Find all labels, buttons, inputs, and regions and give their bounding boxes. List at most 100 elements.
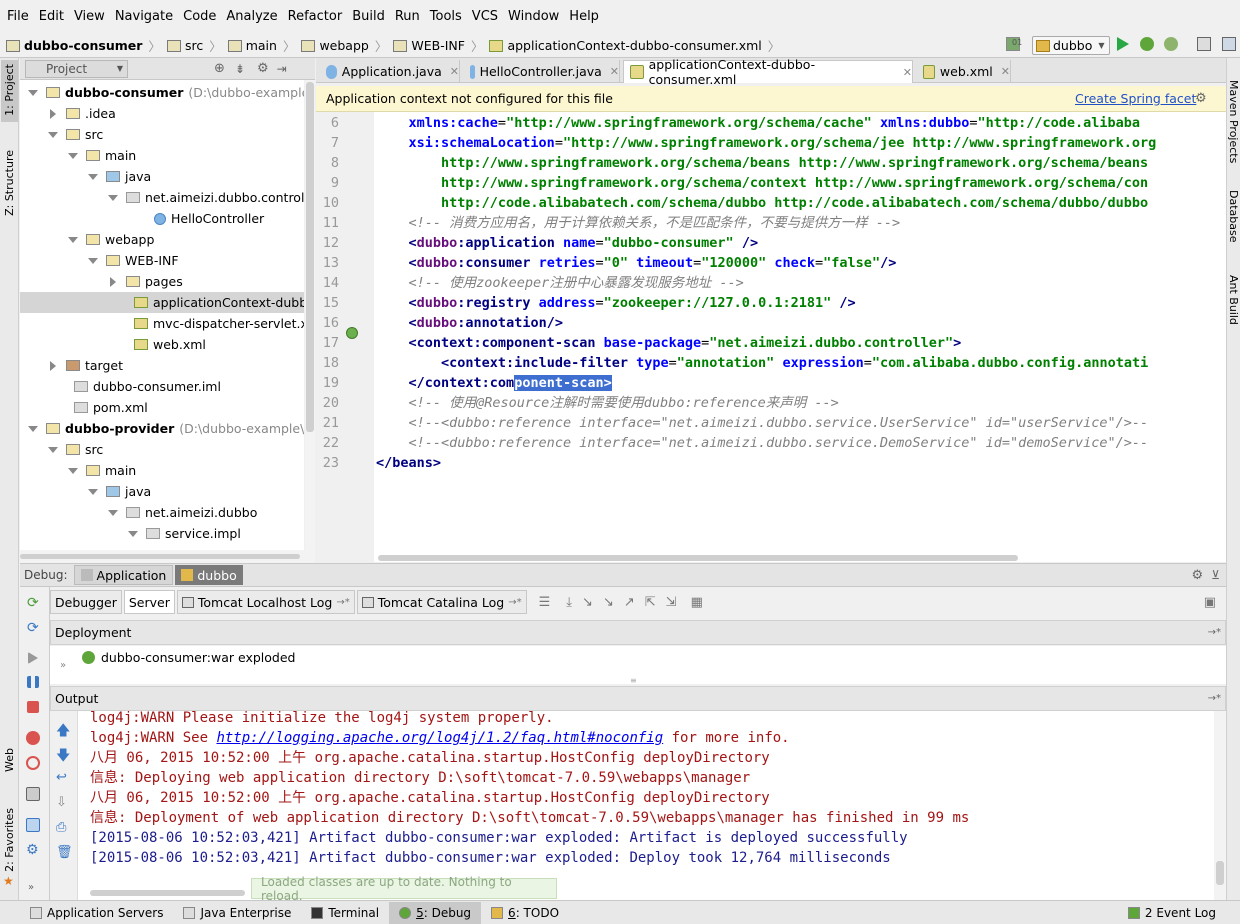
tree-node[interactable]: mvc-dispatcher-servlet.x (108, 313, 304, 334)
tree-node[interactable]: WEB-INF (88, 250, 179, 271)
tab-web-xml[interactable]: web.xml ✕ (917, 60, 1011, 83)
pin-icon[interactable]: →* (1208, 693, 1221, 704)
hide-icon[interactable]: ⇥ (277, 62, 287, 76)
subtab-tomcat-localhost-log[interactable]: Tomcat Localhost Log →* (176, 590, 355, 614)
tree-node[interactable]: pom.xml (48, 397, 148, 418)
code-line[interactable]: <!-- 消费方应用名，用于计算依赖关系，不是匹配条件，不要与提供方一样 --> (376, 213, 901, 233)
tab-application-java[interactable]: Application.java ✕ (320, 60, 460, 83)
subtab-debugger[interactable]: Debugger (50, 590, 122, 614)
tool-window-favorites-label[interactable]: 2: Favorites (3, 808, 16, 872)
breadcrumb-item[interactable]: dubbo-consumer 〉 (6, 36, 161, 55)
gear-icon[interactable]: ⚙ (257, 61, 269, 76)
menu-build[interactable]: Build (347, 0, 390, 34)
menu-run[interactable]: Run (390, 0, 425, 34)
deployment-item[interactable]: dubbo-consumer:war exploded (82, 650, 295, 665)
tree-node[interactable]: src (48, 124, 103, 145)
wrap-icon[interactable]: ↩ (56, 770, 67, 785)
code-line[interactable]: <dubbo:consumer retries="0" timeout="120… (376, 253, 897, 273)
step-out-icon[interactable]: ↗ (624, 595, 635, 610)
tool-window-database-label[interactable]: Database (1227, 190, 1240, 243)
tree-node[interactable]: applicationContext-dubb (108, 292, 304, 313)
trash-icon[interactable]: 🗑 (56, 845, 73, 860)
menu-vcs[interactable]: VCS (467, 0, 503, 34)
tab-applicationcontext-xml[interactable]: applicationContext-dubbo-consumer.xml ✕ (623, 57, 913, 87)
tree-node[interactable]: web.xml (108, 334, 206, 355)
collapsed-arrow-icon[interactable] (110, 276, 116, 287)
evaluate-icon[interactable]: ▦ (691, 595, 703, 610)
rerun-icon[interactable]: ⟳ (27, 595, 41, 611)
code-line[interactable]: </context:component-scan> (376, 373, 612, 393)
code-line[interactable]: <context:include-filter type="annotation… (376, 353, 1148, 373)
camera-icon[interactable] (26, 787, 40, 801)
run-to-cursor-icon[interactable]: ⇲ (666, 595, 677, 610)
project-view-select[interactable]: Project ▼ (25, 59, 128, 78)
stop-icon[interactable] (27, 701, 39, 713)
expanded-arrow-icon[interactable] (108, 509, 118, 516)
menu-navigate[interactable]: Navigate (110, 0, 178, 34)
tree-node[interactable]: webapp (68, 229, 154, 250)
tool-terminal[interactable]: Terminal (301, 902, 389, 924)
drop-frame-icon[interactable]: ⇱ (645, 595, 656, 610)
expanded-arrow-icon[interactable] (48, 131, 58, 138)
tree-node[interactable]: main (68, 460, 136, 481)
code-line[interactable]: <context:component-scan base-package="ne… (376, 333, 962, 353)
expanded-arrow-icon[interactable] (88, 257, 98, 264)
menu-window[interactable]: Window (503, 0, 564, 34)
expanded-arrow-icon[interactable] (48, 446, 58, 453)
collapsed-arrow-icon[interactable] (50, 108, 56, 119)
layout-icon[interactable] (26, 818, 40, 832)
mute-breakpoints-icon[interactable] (26, 756, 40, 770)
breadcrumb-item[interactable]: applicationContext-dubbo-consumer.xml 〉 (489, 36, 780, 55)
code-line[interactable]: http://www.springframework.org/schema/co… (376, 173, 1148, 193)
tool-java-enterprise[interactable]: Java Enterprise (173, 902, 301, 924)
debug-icon[interactable] (1140, 37, 1154, 51)
tool-window-ant-label[interactable]: Ant Build (1227, 275, 1240, 325)
breadcrumb-item[interactable]: src 〉 (166, 36, 222, 55)
tool-application-servers[interactable]: Application Servers (20, 902, 173, 924)
show-execution-point-icon[interactable]: ☰ (539, 595, 551, 610)
menu-edit[interactable]: Edit (34, 0, 69, 34)
up-icon[interactable]: 🡅 (56, 720, 70, 744)
event-log[interactable]: 2 Event Log (1118, 902, 1226, 924)
create-spring-facet-link[interactable]: Create Spring facet (1075, 91, 1196, 106)
gear-icon[interactable]: ⚙ (1195, 91, 1207, 106)
breadcrumb-item[interactable]: main 〉 (227, 36, 295, 55)
update-icon[interactable]: ⟳ (27, 620, 41, 636)
minimize-icon[interactable]: ⊻ (1211, 568, 1220, 582)
pin-icon[interactable]: →* (336, 597, 349, 608)
menu-code[interactable]: Code (178, 0, 221, 34)
close-icon[interactable]: ✕ (610, 65, 619, 78)
breadcrumb-item[interactable]: webapp 〉 (301, 36, 387, 55)
tool-window-structure-label[interactable]: Z: Structure (3, 150, 16, 216)
close-icon[interactable]: ✕ (903, 66, 912, 79)
tool-debug[interactable]: 5: Debug (389, 901, 482, 924)
tree-node[interactable]: dubbo-provider (D:\dubbo-example\dub (28, 418, 304, 439)
expand-icon[interactable]: » (28, 882, 42, 896)
tool-window-maven-label[interactable]: Maven Projects (1227, 80, 1240, 163)
tab-hellocontroller-java[interactable]: HelloController.java ✕ (464, 60, 620, 83)
subtab-tomcat-catalina-log[interactable]: Tomcat Catalina Log →* (356, 590, 527, 614)
expanded-arrow-icon[interactable] (68, 152, 78, 159)
gear-icon[interactable]: ⚙ (1192, 568, 1204, 583)
resume-icon[interactable] (28, 652, 38, 664)
tree-node[interactable]: src (48, 439, 103, 460)
breakpoints-icon[interactable] (26, 731, 40, 745)
tree-node[interactable]: pages (108, 271, 183, 292)
scroll-end-icon[interactable]: ⇩ (56, 795, 67, 810)
menu-analyze[interactable]: Analyze (221, 0, 282, 34)
print-icon[interactable]: ⎙ (56, 820, 66, 835)
sort-icon[interactable]: 01 (1012, 38, 1022, 52)
code-line[interactable]: xmlns:cache="http://www.springframework.… (376, 113, 1141, 133)
menu-help[interactable]: Help (564, 0, 604, 34)
menu-view[interactable]: View (69, 0, 110, 34)
pin-icon[interactable]: →* (1208, 627, 1221, 638)
tree-node[interactable]: main (68, 145, 136, 166)
code-line[interactable]: <!-- 使用zookeeper注册中心暴露发现服务地址 --> (376, 273, 744, 293)
code-line[interactable]: http://www.springframework.org/schema/be… (376, 153, 1148, 173)
tool-window-project-label[interactable]: 1: Project (3, 64, 16, 116)
run-icon[interactable] (1117, 37, 1129, 51)
code-line[interactable]: <dubbo:registry address="zookeeper://127… (376, 293, 856, 313)
output-scrollbar[interactable] (1214, 711, 1226, 900)
step-into-icon[interactable]: ↘ (582, 595, 593, 610)
output-hscrollbar[interactable] (90, 890, 245, 896)
